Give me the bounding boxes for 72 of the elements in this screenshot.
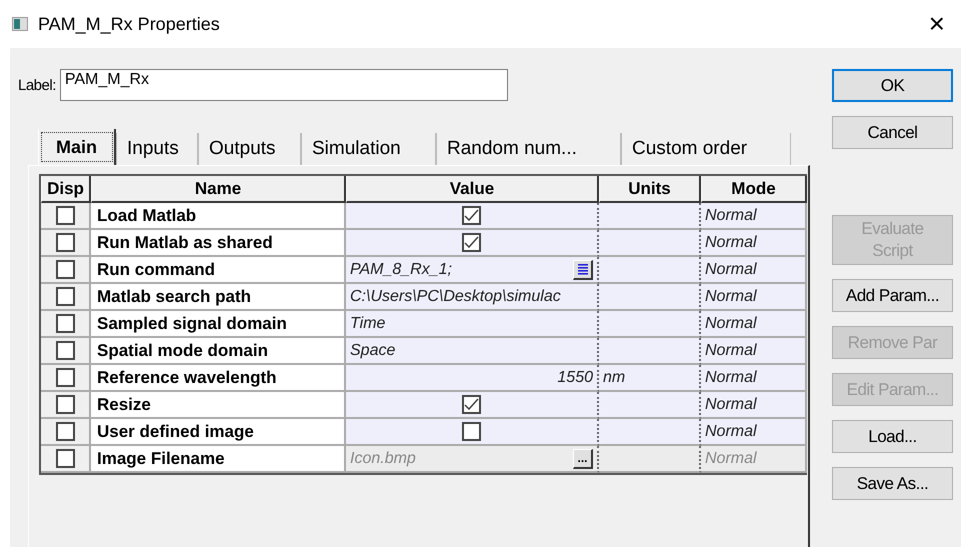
value-cell[interactable]: PAM_8_Rx_1;: [346, 257, 599, 284]
checkbox[interactable]: [462, 422, 481, 441]
mode-text: Normal: [705, 314, 758, 332]
parameter-name: Load Matlab: [97, 206, 196, 226]
value-cell[interactable]: Space: [346, 338, 599, 365]
tab[interactable]: Random num...: [436, 133, 621, 165]
value-cell[interactable]: 1550: [346, 365, 599, 392]
column-header[interactable]: Name: [91, 176, 346, 203]
tab[interactable]: Outputs: [198, 133, 301, 165]
value-cell[interactable]: C:\Users\PC\Desktop\simulac: [346, 284, 599, 311]
checkbox[interactable]: [56, 395, 74, 414]
mode-text: Normal: [705, 206, 758, 224]
mode-text: Normal: [705, 234, 758, 252]
value-cell[interactable]: [346, 230, 599, 257]
dialog-button[interactable]: OK: [832, 69, 953, 102]
value-text: Time: [350, 314, 386, 332]
parameter-name: Spatial mode domain: [97, 340, 268, 360]
mode-text: Normal: [705, 368, 758, 386]
label-caption: Label:: [18, 76, 56, 94]
tool-button[interactable]: Load...: [832, 420, 953, 453]
parameter-name: Matlab search path: [97, 286, 251, 306]
label-field[interactable]: PAM_M_Rx: [60, 69, 508, 101]
tab[interactable]: Custom order: [621, 133, 791, 165]
checkbox[interactable]: [56, 341, 74, 360]
parameter-name: Sampled signal domain: [97, 314, 287, 334]
checkbox[interactable]: [462, 233, 481, 252]
list-icon: [576, 263, 588, 275]
parameter-name: Resize: [97, 394, 151, 414]
mode-text: Normal: [705, 422, 758, 440]
value-cell[interactable]: [346, 419, 599, 446]
mode-text: Normal: [705, 260, 758, 278]
checkbox[interactable]: [462, 206, 481, 225]
value-text: PAM_8_Rx_1;: [350, 260, 453, 278]
close-button[interactable]: ×: [924, 8, 949, 40]
mode-text: Normal: [705, 288, 758, 306]
parameter-name: User defined image: [97, 422, 254, 442]
mode-text: Normal: [705, 450, 758, 468]
value-cell[interactable]: [346, 203, 599, 230]
parameter-name: Run command: [97, 260, 216, 280]
checkbox[interactable]: [56, 368, 74, 387]
checkbox[interactable]: [56, 260, 74, 279]
column-header[interactable]: Mode: [701, 176, 807, 203]
dialog-button[interactable]: Cancel: [832, 116, 953, 149]
app-icon: [12, 17, 28, 31]
units-text: nm: [603, 368, 626, 386]
value-text: Icon.bmp: [350, 450, 417, 468]
column-header[interactable]: Value: [346, 176, 599, 203]
checkbox[interactable]: [56, 233, 74, 252]
column-header[interactable]: Disp: [41, 176, 91, 203]
value-text: C:\Users\PC\Desktop\simulac: [350, 288, 562, 306]
tab[interactable]: Simulation: [301, 133, 436, 165]
checkbox[interactable]: [56, 314, 74, 333]
checkbox[interactable]: [56, 287, 74, 306]
mode-text: Normal: [705, 396, 758, 414]
checkbox[interactable]: [56, 206, 74, 225]
column-header[interactable]: Units: [599, 176, 701, 203]
parameter-name: Run Matlab as shared: [97, 232, 273, 252]
checkbox[interactable]: [462, 395, 481, 414]
value-text: Space: [350, 342, 396, 360]
window-title: PAM_M_Rx Properties: [38, 14, 221, 34]
value-text: 1550: [556, 368, 593, 386]
value-cell[interactable]: Time: [346, 311, 599, 338]
tab[interactable]: Inputs: [116, 133, 198, 165]
parameter-name: Image Filename: [97, 448, 225, 468]
value-cell[interactable]: [346, 392, 599, 419]
checkbox[interactable]: [56, 422, 74, 441]
mode-text: Normal: [705, 342, 758, 360]
tool-button[interactable]: Add Param...: [832, 279, 953, 312]
tool-button[interactable]: Save As...: [832, 467, 953, 500]
tab[interactable]: Main: [38, 129, 116, 165]
parameter-name: Reference wavelength: [97, 368, 277, 388]
list-button[interactable]: [573, 260, 593, 280]
